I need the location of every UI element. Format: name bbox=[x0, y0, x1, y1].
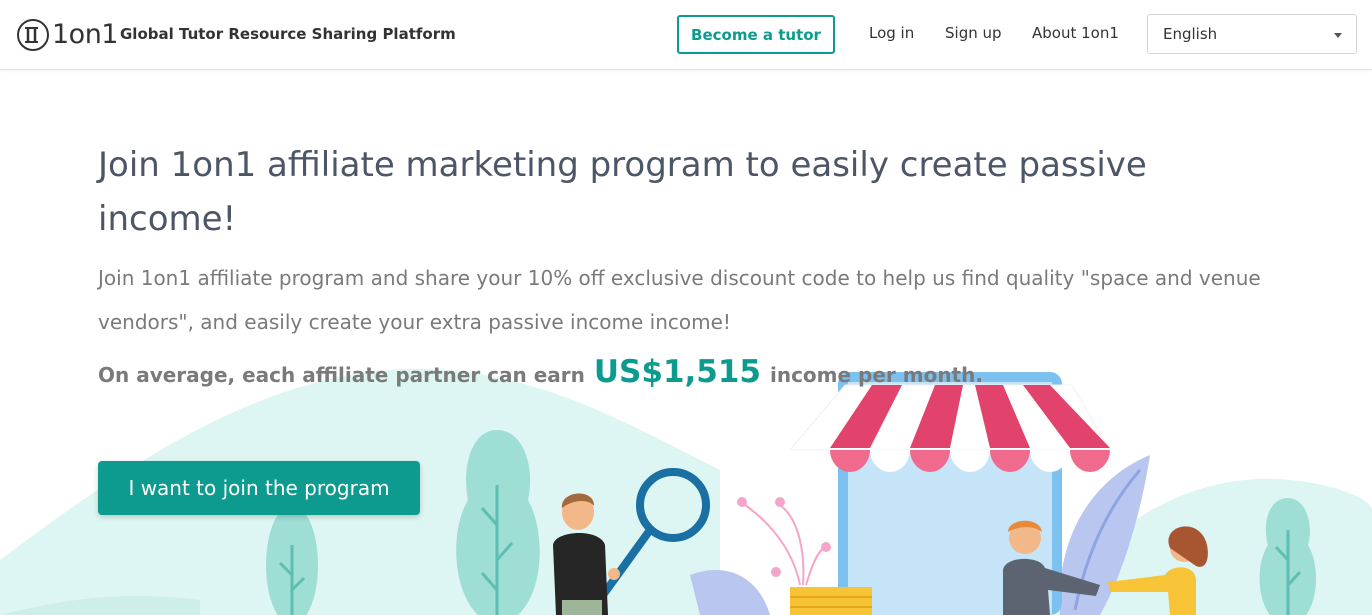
language-select[interactable]: English bbox=[1147, 14, 1357, 54]
site-tagline: Global Tutor Resource Sharing Platform bbox=[120, 25, 456, 43]
logo[interactable]: 1on1 bbox=[16, 18, 119, 52]
join-program-button[interactable]: I want to join the program bbox=[98, 461, 420, 515]
language-value: English bbox=[1163, 25, 1218, 43]
login-link[interactable]: Log in bbox=[869, 24, 914, 42]
earnings-suffix: income per month. bbox=[769, 363, 983, 387]
logo-text: 1on1 bbox=[52, 19, 119, 50]
hero-title: Join 1on1 affiliate marketing program to… bbox=[98, 145, 1147, 239]
caret-down-icon bbox=[1334, 33, 1342, 38]
earnings-line: On average, each affiliate partner can e… bbox=[98, 354, 983, 390]
logo-icon bbox=[17, 19, 49, 51]
site-header: 1on1 Global Tutor Resource Sharing Platf… bbox=[0, 0, 1372, 70]
hero-subtitle: Join 1on1 affiliate program and share yo… bbox=[98, 266, 1261, 334]
about-link[interactable]: About 1on1 bbox=[1032, 24, 1119, 42]
leaf-purple bbox=[690, 569, 770, 615]
plant-sprout bbox=[737, 497, 831, 586]
signup-link[interactable]: Sign up bbox=[945, 24, 1002, 42]
earnings-prefix: On average, each affiliate partner can e… bbox=[98, 363, 585, 387]
become-tutor-button[interactable]: Become a tutor bbox=[677, 15, 835, 54]
coin-stack bbox=[790, 587, 872, 615]
earnings-amount: US$1,515 bbox=[593, 354, 761, 390]
